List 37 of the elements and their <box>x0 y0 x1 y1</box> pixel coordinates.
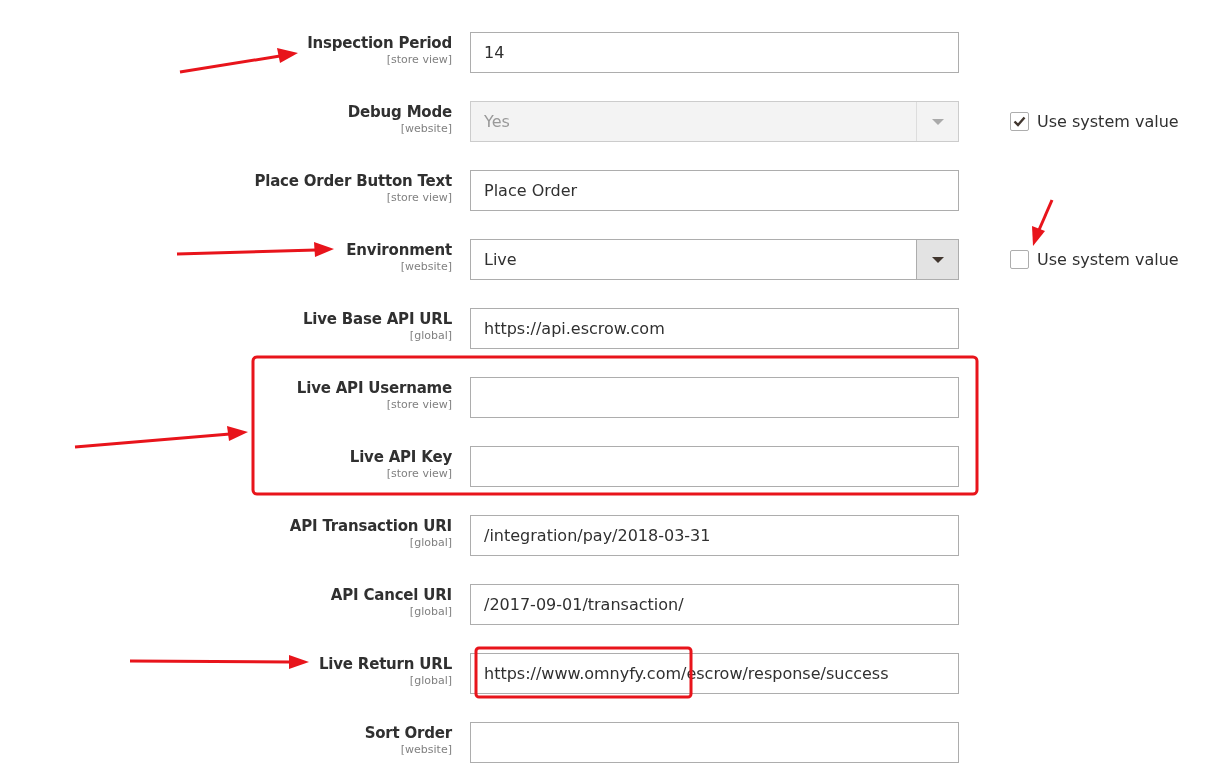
input-field[interactable]: Place Order <box>470 170 959 211</box>
scope-label: [store view] <box>386 467 452 481</box>
field-label: Sort Order <box>364 723 452 743</box>
field-label: Live Base API URL <box>302 309 452 329</box>
checkbox[interactable] <box>1010 250 1029 269</box>
scope-label: [store view] <box>386 398 452 412</box>
checkbox-label: Use system value <box>1037 248 1179 271</box>
input-field[interactable] <box>470 446 959 487</box>
dropdown-field[interactable]: Live <box>470 239 959 280</box>
field-label: Debug Mode <box>347 102 452 122</box>
annotation-arrow <box>1032 199 1054 246</box>
field-label: Live API Key <box>349 447 452 467</box>
field-label: Inspection Period <box>307 33 452 53</box>
scope-label: [store view] <box>386 191 452 205</box>
field-label: API Cancel URI <box>330 585 452 605</box>
input-field[interactable]: https://api.escrow.com <box>470 308 959 349</box>
caret-icon <box>931 256 944 263</box>
field-label: Environment <box>346 240 452 260</box>
field-label: Live API Username <box>296 378 452 398</box>
scope-label: [global] <box>409 329 452 343</box>
scope-label: [global] <box>409 674 452 688</box>
scope-label: [website] <box>400 122 452 136</box>
checkbox-label: Use system value <box>1037 110 1179 133</box>
scope-label: [website] <box>400 743 452 757</box>
scope-label: [global] <box>409 605 452 619</box>
field-label: API Transaction URI <box>289 516 452 536</box>
scope-label: [website] <box>400 260 452 274</box>
input-field[interactable] <box>470 722 959 763</box>
field-label: Live Return URL <box>318 654 452 674</box>
input-field[interactable]: 14 <box>470 32 959 73</box>
input-field[interactable] <box>470 377 959 418</box>
input-field[interactable]: /2017-09-01/transaction/ <box>470 584 959 625</box>
scope-label: [global] <box>409 536 452 550</box>
scope-label: [store view] <box>386 53 452 67</box>
input-field[interactable]: /integration/pay/2018-03-31 <box>470 515 959 556</box>
field-label: Place Order Button Text <box>254 171 452 191</box>
caret-icon <box>931 118 944 125</box>
